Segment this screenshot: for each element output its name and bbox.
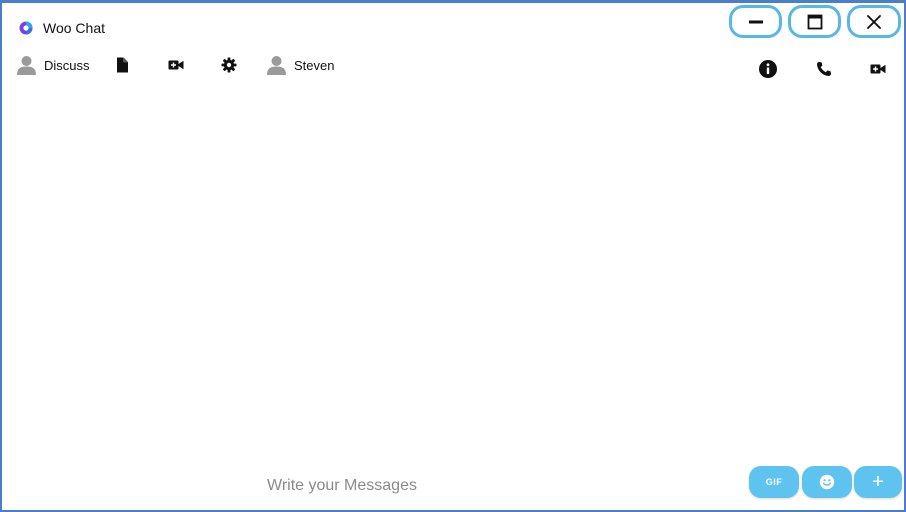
tab-discussion[interactable]: Discussion — [17, 53, 89, 77]
smiley-icon — [819, 474, 835, 490]
close-icon — [867, 14, 881, 29]
app-title: Woo Chat — [43, 20, 105, 36]
emoji-button[interactable] — [802, 466, 852, 498]
phone-call-button[interactable] — [813, 58, 835, 80]
video-button[interactable] — [166, 55, 186, 75]
tab-steven[interactable]: Steven — [267, 53, 334, 77]
plus-icon: + — [872, 471, 884, 493]
tab-discussion-label: Discussion — [44, 57, 89, 73]
app-logo-icon — [19, 21, 33, 35]
minimize-button[interactable] — [729, 5, 782, 38]
phone-icon — [817, 62, 831, 76]
gif-button[interactable]: GIF — [749, 466, 799, 498]
message-list — [2, 93, 904, 453]
chat-window: Woo Chat Discussion — [0, 0, 906, 512]
video-camera-icon — [168, 60, 184, 70]
info-icon — [759, 60, 777, 78]
user-avatar-icon — [267, 56, 286, 75]
maximize-icon — [807, 14, 822, 29]
user-avatar-icon — [17, 56, 36, 75]
tab-steven-label: Steven — [294, 57, 335, 73]
video-call-button[interactable] — [867, 58, 889, 80]
minimize-icon — [748, 20, 763, 23]
add-attachment-button[interactable]: + — [854, 466, 902, 498]
settings-gear-icon — [221, 57, 237, 73]
info-button[interactable] — [757, 58, 779, 80]
video-call-icon — [870, 64, 886, 74]
close-button[interactable] — [847, 5, 901, 38]
document-icon — [117, 57, 128, 73]
document-button[interactable] — [112, 55, 132, 75]
maximize-button[interactable] — [788, 5, 841, 38]
message-input[interactable] — [232, 473, 702, 499]
settings-button[interactable] — [219, 55, 239, 75]
